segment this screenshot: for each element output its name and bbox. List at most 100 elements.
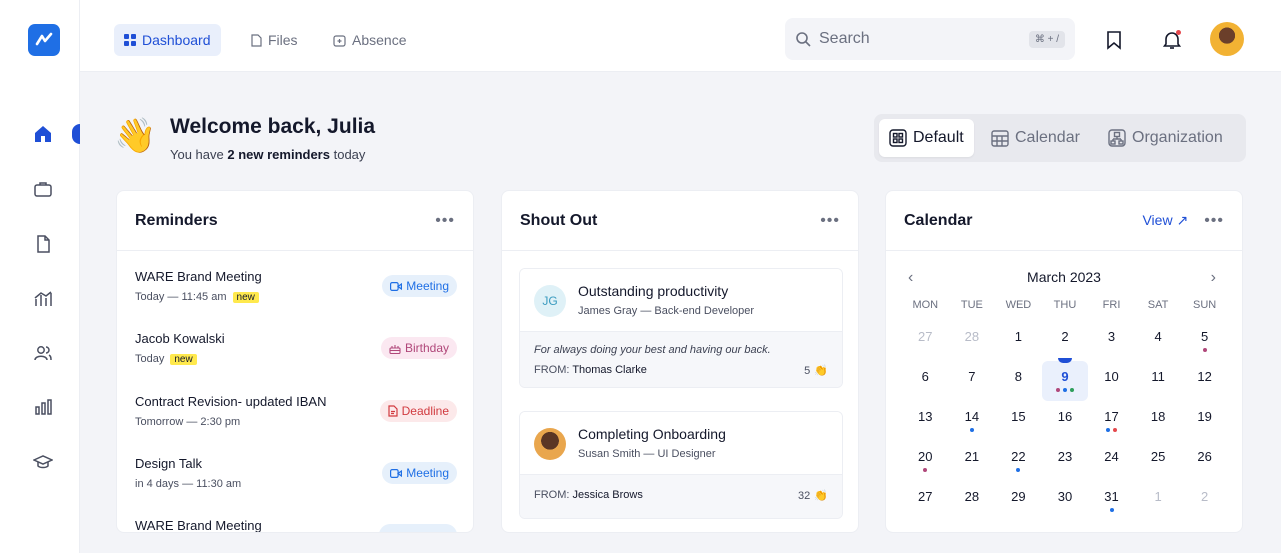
calendar-day[interactable]: 23 <box>1042 441 1089 481</box>
shoutout-from: FROM: Thomas Clarke <box>534 364 647 376</box>
event-dots <box>1181 348 1228 352</box>
calendar-day[interactable]: 22 <box>995 441 1042 481</box>
calendar-day[interactable]: 29 <box>995 481 1042 521</box>
calendar-day-today[interactable]: 9 <box>1041 358 1089 401</box>
reminders-more-button[interactable]: ••• <box>435 212 455 230</box>
prev-month-button[interactable]: ‹ <box>908 269 913 287</box>
wave-icon: 👋 <box>114 117 157 155</box>
calendar-day[interactable]: 20 <box>902 441 949 481</box>
calendar-day[interactable]: 11 <box>1135 361 1182 401</box>
calendar-day[interactable]: 7 <box>949 361 996 401</box>
calendar-view-link[interactable]: View ↗ <box>1142 212 1188 229</box>
shoutout-card: Shout Out ••• JG Outstanding productivit… <box>501 190 859 533</box>
calendar-more-button[interactable]: ••• <box>1204 212 1224 230</box>
notification-dot <box>1176 30 1181 35</box>
document-icon[interactable] <box>31 232 55 256</box>
calendar-day-number: 1 <box>1154 489 1162 504</box>
notifications-button[interactable] <box>1160 28 1184 52</box>
reminder-title: Jacob Kowalski <box>135 331 225 346</box>
calendar-day[interactable]: 27 <box>902 481 949 521</box>
calendar-day[interactable]: 8 <box>995 361 1042 401</box>
calendar-day[interactable]: 31 <box>1088 481 1135 521</box>
tab-absence[interactable]: Absence <box>323 24 416 56</box>
view-organization-button[interactable]: Organization <box>1098 119 1233 157</box>
calendar-day[interactable]: 2 <box>1181 481 1228 521</box>
calendar-day-number: 9 <box>1061 369 1069 384</box>
calendar-day[interactable]: 2 <box>1042 321 1089 361</box>
tag-label: Meeting <box>406 466 449 480</box>
file-alert-icon <box>388 405 398 417</box>
calendar-day[interactable]: 5 <box>1181 321 1228 361</box>
shoutout-title: Shout Out <box>520 211 598 229</box>
bar-chart-icon[interactable] <box>31 395 55 419</box>
shoutout-item[interactable]: Completing Onboarding Susan Smith — UI D… <box>519 411 843 519</box>
calendar-day-number: 18 <box>1150 409 1166 424</box>
calendar-day[interactable]: 10 <box>1088 361 1135 401</box>
user-avatar[interactable] <box>1210 22 1244 56</box>
view-calendar-button[interactable]: Calendar <box>981 119 1090 157</box>
reminder-item[interactable]: Jacob Kowalski Today new Birthday <box>135 331 457 375</box>
tab-files[interactable]: Files <box>240 24 308 56</box>
org-chart-icon <box>1108 129 1126 147</box>
reminder-item[interactable]: WARE Brand Meeting Today — 11:45 am new M… <box>135 269 457 313</box>
calendar-day-number: 15 <box>1011 409 1026 424</box>
reminder-item[interactable]: Design Talk in 4 days — 11:30 am Meeting <box>135 456 457 500</box>
calendar-day[interactable]: 1 <box>1135 481 1182 521</box>
event-dots <box>1042 388 1089 392</box>
reminder-item[interactable]: Contract Revision- updated IBAN Tomorrow… <box>135 394 457 438</box>
home-icon[interactable] <box>31 122 55 146</box>
event-dot <box>1055 388 1060 392</box>
shoutout-recipient: James Gray — Back-end Developer <box>578 305 755 317</box>
users-icon[interactable] <box>31 341 55 365</box>
calendar-day[interactable]: 18 <box>1135 401 1182 441</box>
calendar-day[interactable]: 25 <box>1135 441 1182 481</box>
calendar-day[interactable]: 16 <box>1042 401 1089 441</box>
calendar-day[interactable]: 3 <box>1088 321 1135 361</box>
calendar-day[interactable]: 6 <box>902 361 949 401</box>
next-month-button[interactable]: › <box>1211 269 1216 287</box>
calendar-day-number: 30 <box>1057 489 1073 504</box>
shoutout-more-button[interactable]: ••• <box>820 212 840 230</box>
tag-label: Meeting <box>406 279 449 293</box>
clap-count[interactable]: 5 👏 <box>804 364 828 378</box>
bookmark-button[interactable] <box>1102 28 1126 52</box>
calendar-day[interactable]: 4 <box>1135 321 1182 361</box>
analytics-icon[interactable] <box>31 287 55 311</box>
calendar-day[interactable]: 14 <box>949 401 996 441</box>
event-dots <box>949 428 996 432</box>
calendar-day[interactable]: 12 <box>1181 361 1228 401</box>
calendar-day[interactable]: 28 <box>949 481 996 521</box>
calendar-day[interactable]: 19 <box>1181 401 1228 441</box>
calendar-day[interactable]: 27 <box>902 321 949 361</box>
calendar-day[interactable]: 15 <box>995 401 1042 441</box>
calendar-day[interactable]: 30 <box>1042 481 1089 521</box>
search-bar[interactable]: ⌘ + / <box>785 18 1075 60</box>
welcome-sub-prefix: You have <box>170 147 224 162</box>
clap-count[interactable]: 32 👏 <box>798 489 828 503</box>
view-default-button[interactable]: Default <box>879 119 974 157</box>
sidebar-collapse-handle[interactable] <box>72 124 80 144</box>
calendar-day[interactable]: 24 <box>1088 441 1135 481</box>
calendar-day-number: 23 <box>1057 449 1073 464</box>
calendar-day-number: 28 <box>964 489 980 504</box>
calendar-day[interactable]: 21 <box>949 441 996 481</box>
tab-dashboard[interactable]: Dashboard <box>114 24 221 56</box>
search-input[interactable] <box>819 30 1009 48</box>
reminder-time: Today — 11:45 am <box>135 291 227 303</box>
graduation-cap-icon[interactable] <box>31 450 55 474</box>
app-logo[interactable] <box>28 24 60 56</box>
briefcase-icon[interactable] <box>31 177 55 201</box>
logo-icon <box>35 32 53 46</box>
reminder-item[interactable]: WARE Brand Meeting <box>135 518 457 532</box>
calendar-day[interactable]: 17 <box>1088 401 1135 441</box>
calendar-day[interactable]: 28 <box>949 321 996 361</box>
calendar-day-number: 8 <box>1014 369 1023 384</box>
calendar-day[interactable]: 1 <box>995 321 1042 361</box>
calendar-month: March 2023 <box>1027 269 1101 285</box>
top-bar: Dashboard Files Absence ⌘ + / <box>80 0 1281 72</box>
calendar-day[interactable]: 26 <box>1181 441 1228 481</box>
calendar-day[interactable]: 13 <box>902 401 949 441</box>
event-dots <box>902 468 949 472</box>
shoutout-item[interactable]: JG Outstanding productivity James Gray —… <box>519 268 843 388</box>
weekday-label: SAT <box>1147 299 1169 311</box>
